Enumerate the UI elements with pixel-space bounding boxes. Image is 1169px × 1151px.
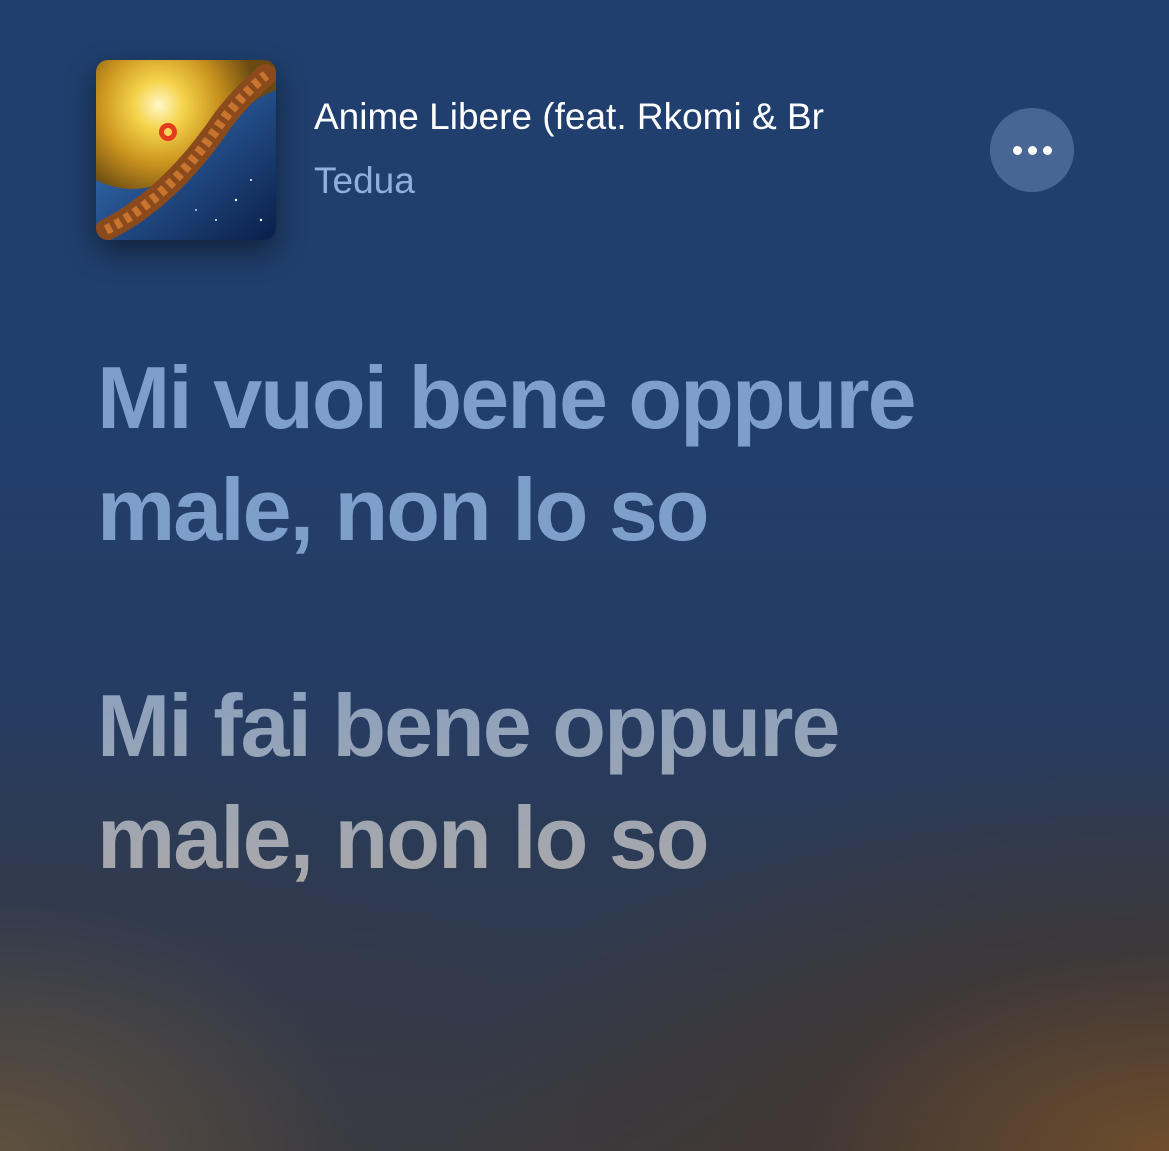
track-title: Anime Libere (feat. Rkomi & Br [314, 96, 824, 137]
lyric-line[interactable]: Mi vuoi bene oppure male, non lo so [97, 342, 977, 566]
more-options-button[interactable] [990, 108, 1074, 192]
album-artwork-image [96, 60, 276, 240]
track-info[interactable]: Anime Libere (feat. Rkomi & Br Tedua [314, 94, 919, 204]
now-playing-header: Anime Libere (feat. Rkomi & Br Tedua [96, 60, 1096, 240]
lyrics-view[interactable]: Mi vuoi bene oppure male, non lo so Mi f… [97, 342, 977, 894]
ellipsis-icon [1012, 145, 1052, 155]
track-artist[interactable]: Tedua [314, 158, 919, 204]
lyric-line[interactable]: Mi fai bene oppure male, non lo so [97, 670, 977, 894]
album-artwork[interactable] [96, 60, 276, 240]
